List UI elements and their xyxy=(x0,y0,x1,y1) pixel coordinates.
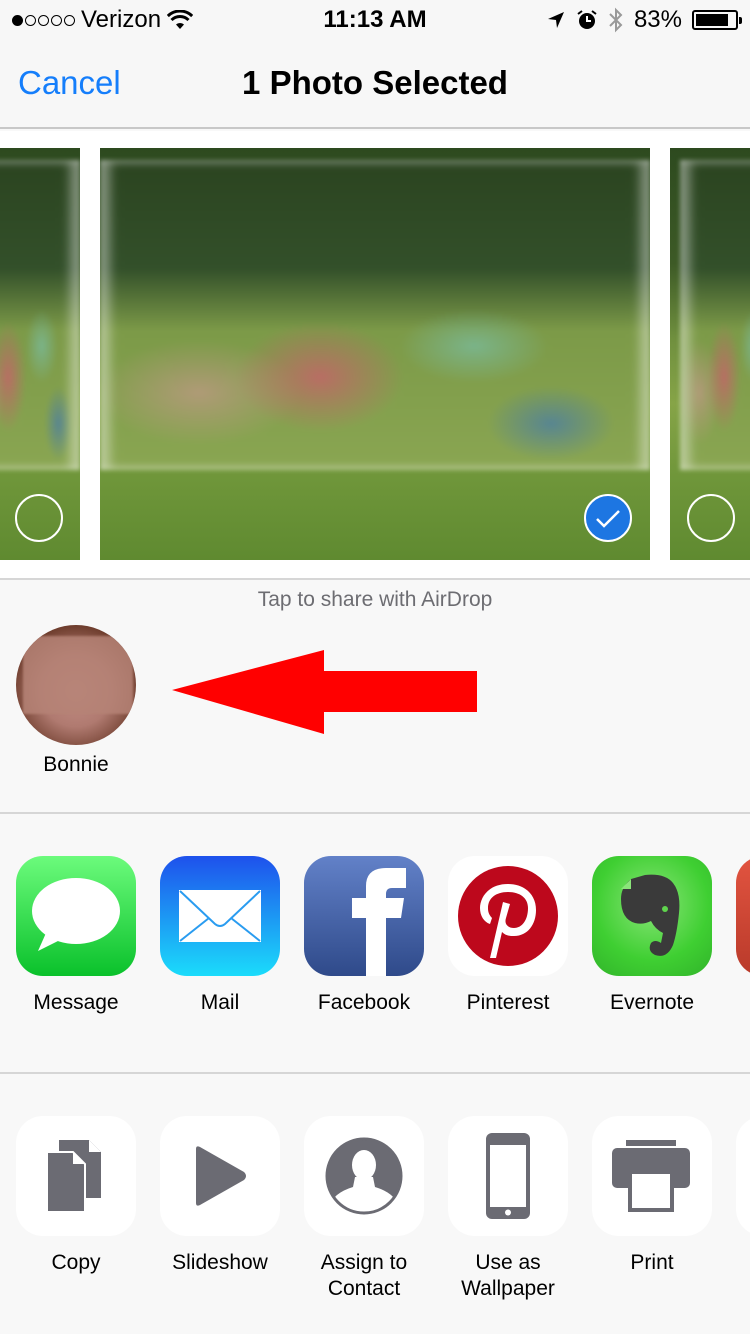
select-photo-toggle[interactable] xyxy=(15,494,63,542)
checkmark-icon xyxy=(596,510,620,528)
action-use-as-wallpaper[interactable]: Use as Wallpaper xyxy=(448,1116,568,1302)
action-label: Print xyxy=(630,1251,674,1274)
select-photo-toggle-checked[interactable] xyxy=(584,494,632,542)
location-icon xyxy=(547,12,564,28)
red-arrow-annotation xyxy=(172,650,477,734)
bluetooth-icon xyxy=(609,7,623,33)
status-right: 83% xyxy=(546,6,742,34)
airdrop-hint: Tap to share with AirDrop xyxy=(257,588,493,611)
printer-icon xyxy=(592,1116,712,1236)
evernote-icon xyxy=(592,856,712,976)
action-label: Slideshow xyxy=(172,1251,268,1274)
actions-row[interactable]: Copy Slideshow Assign to Contact Use as Wa… xyxy=(0,1076,750,1334)
avatar xyxy=(16,625,136,745)
photo-thumbnail[interactable] xyxy=(0,148,80,560)
action-assign-to-contact[interactable]: Assign to Contact xyxy=(304,1116,424,1302)
play-icon xyxy=(160,1116,280,1236)
share-app-facebook[interactable]: Facebook xyxy=(304,856,424,1016)
facebook-icon xyxy=(304,856,424,976)
cancel-button[interactable]: Cancel xyxy=(18,64,121,102)
action-label: Use as Wallpaper xyxy=(461,1251,555,1300)
pinterest-icon xyxy=(448,856,568,976)
action-copy[interactable]: Copy xyxy=(16,1116,136,1276)
share-app-label: Facebook xyxy=(317,991,411,1014)
share-app-label: Evernote xyxy=(609,991,695,1014)
share-app-label: Message xyxy=(33,991,119,1014)
status-left: Verizon xyxy=(12,6,194,34)
signal-strength-icon xyxy=(12,14,75,26)
mail-icon xyxy=(160,856,280,976)
action-icon-partial xyxy=(736,1116,750,1236)
carrier-name: Verizon xyxy=(81,6,162,33)
share-apps-row[interactable]: Message Mail Facebook Pinterest Evernote xyxy=(0,816,750,1074)
share-app-pinterest[interactable]: Pinterest xyxy=(448,856,568,1016)
share-app-mail[interactable]: Mail xyxy=(160,856,280,1016)
share-app-evernote[interactable]: Evernote xyxy=(592,856,712,1016)
blurred-region xyxy=(680,160,750,470)
action-label: Copy xyxy=(51,1251,101,1274)
status-bar: Verizon 11:13 AM 83% xyxy=(0,0,750,40)
action-label: Assign to Contact xyxy=(320,1251,408,1300)
alarm-icon xyxy=(577,10,597,29)
copy-icon xyxy=(16,1116,136,1236)
airdrop-section: Tap to share with AirDrop Bonnie xyxy=(0,582,750,814)
share-app-message[interactable]: Message xyxy=(16,856,136,1016)
action-print[interactable]: Print xyxy=(592,1116,712,1276)
action-next-partial[interactable] xyxy=(736,1116,750,1236)
wifi-icon xyxy=(167,10,194,29)
battery-percent: 83% xyxy=(633,6,682,33)
app-icon-partial xyxy=(736,856,750,976)
select-photo-toggle[interactable] xyxy=(687,494,735,542)
airdrop-contact[interactable]: Bonnie xyxy=(16,625,136,777)
phone-icon xyxy=(448,1116,568,1236)
photo-carousel[interactable] xyxy=(0,131,750,580)
action-slideshow[interactable]: Slideshow xyxy=(160,1116,280,1276)
share-app-next-partial[interactable] xyxy=(736,856,750,976)
airdrop-contact-name: Bonnie xyxy=(43,753,109,776)
contact-icon xyxy=(304,1116,424,1236)
navigation-bar: Cancel 1 Photo Selected xyxy=(0,40,750,129)
battery-icon xyxy=(692,10,742,30)
photo-thumbnail[interactable] xyxy=(670,148,750,560)
blurred-region xyxy=(0,160,80,470)
share-app-label: Pinterest xyxy=(466,991,550,1014)
blurred-region xyxy=(100,160,650,470)
share-app-label: Mail xyxy=(200,991,240,1014)
message-icon xyxy=(16,856,136,976)
photo-thumbnail-selected[interactable] xyxy=(100,148,650,560)
